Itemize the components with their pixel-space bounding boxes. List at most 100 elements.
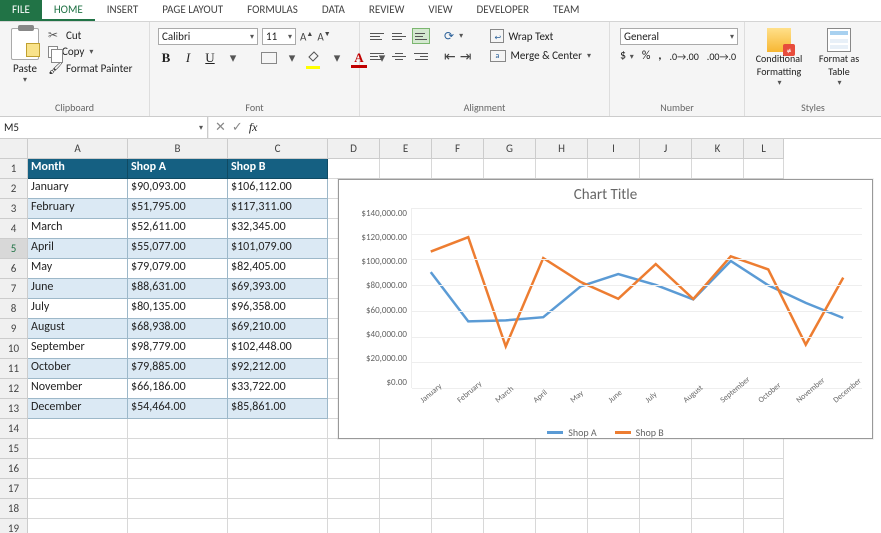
- percent-format-button[interactable]: %: [642, 49, 651, 63]
- cell[interactable]: [588, 499, 640, 519]
- cell[interactable]: [536, 459, 588, 479]
- number-format-select[interactable]: General▾: [620, 28, 738, 45]
- cell[interactable]: Month: [28, 159, 128, 179]
- border-button[interactable]: [261, 52, 277, 64]
- column-header[interactable]: F: [432, 139, 484, 159]
- row-header[interactable]: 13: [0, 399, 28, 419]
- align-middle-button[interactable]: [390, 28, 408, 44]
- cell[interactable]: [692, 459, 744, 479]
- cell[interactable]: June: [28, 279, 128, 299]
- column-header[interactable]: J: [640, 139, 692, 159]
- paste-dropdown-icon[interactable]: ▾: [23, 75, 27, 85]
- cell[interactable]: [744, 159, 784, 179]
- cell[interactable]: [588, 459, 640, 479]
- column-header[interactable]: A: [28, 139, 128, 159]
- cell[interactable]: [536, 159, 588, 179]
- cell[interactable]: [484, 519, 536, 533]
- cell[interactable]: $101,079.00: [228, 239, 328, 259]
- cell[interactable]: [380, 439, 432, 459]
- orientation-button[interactable]: ⟳: [444, 29, 454, 44]
- cell[interactable]: $79,079.00: [128, 259, 228, 279]
- cell[interactable]: $82,405.00: [228, 259, 328, 279]
- cell[interactable]: [128, 479, 228, 499]
- tab-team[interactable]: TEAM: [541, 0, 591, 21]
- cell[interactable]: $80,135.00: [128, 299, 228, 319]
- formula-input[interactable]: [263, 117, 875, 138]
- cell[interactable]: [744, 459, 784, 479]
- cell[interactable]: [432, 439, 484, 459]
- cell[interactable]: $68,938.00: [128, 319, 228, 339]
- decrease-indent-button[interactable]: ⇤: [444, 48, 456, 65]
- cell[interactable]: [692, 159, 744, 179]
- chart-title[interactable]: Chart Title: [349, 186, 862, 204]
- chevron-down-icon[interactable]: ▾: [459, 31, 463, 41]
- row-header[interactable]: 8: [0, 299, 28, 319]
- cell[interactable]: [588, 479, 640, 499]
- conditional-formatting-button[interactable]: Conditional Formatting▾: [749, 24, 809, 88]
- fill-color-button[interactable]: [306, 49, 322, 67]
- column-header[interactable]: B: [128, 139, 228, 159]
- worksheet-grid[interactable]: 12345678910111213141516171819 ABCDEFGHIJ…: [0, 139, 881, 533]
- legend-item[interactable]: Shop A: [547, 426, 596, 439]
- font-color-button[interactable]: A: [351, 50, 367, 66]
- format-as-table-button[interactable]: Format as Table▾: [809, 24, 869, 88]
- tab-file[interactable]: FILE: [0, 0, 42, 21]
- row-header[interactable]: 1: [0, 159, 28, 179]
- cell[interactable]: [328, 479, 380, 499]
- cell[interactable]: [380, 499, 432, 519]
- cell[interactable]: $54,464.00: [128, 399, 228, 419]
- cell[interactable]: [228, 439, 328, 459]
- enter-formula-button[interactable]: ✓: [232, 120, 243, 135]
- cell[interactable]: April: [28, 239, 128, 259]
- row-header[interactable]: 12: [0, 379, 28, 399]
- cell[interactable]: [432, 479, 484, 499]
- tab-page-layout[interactable]: PAGE LAYOUT: [150, 0, 235, 21]
- column-header[interactable]: D: [328, 139, 380, 159]
- cell[interactable]: [692, 499, 744, 519]
- chevron-down-icon[interactable]: ▾: [329, 50, 345, 66]
- cell[interactable]: February: [28, 199, 128, 219]
- cell[interactable]: [228, 519, 328, 533]
- cut-button[interactable]: Cut: [48, 28, 132, 42]
- cell[interactable]: [28, 499, 128, 519]
- cell[interactable]: [328, 499, 380, 519]
- cell[interactable]: [328, 439, 380, 459]
- increase-decimal-button[interactable]: .0→.00: [669, 50, 698, 63]
- chevron-down-icon[interactable]: ▾: [225, 50, 241, 66]
- cell[interactable]: [484, 159, 536, 179]
- tab-home[interactable]: HOME: [42, 0, 95, 21]
- cell[interactable]: [432, 519, 484, 533]
- wrap-text-button[interactable]: Wrap Text: [487, 28, 594, 44]
- font-name-select[interactable]: Calibri▾: [158, 28, 258, 45]
- cell[interactable]: [536, 479, 588, 499]
- cell[interactable]: [328, 459, 380, 479]
- cell[interactable]: [744, 499, 784, 519]
- cell[interactable]: $85,861.00: [228, 399, 328, 419]
- cell[interactable]: [128, 519, 228, 533]
- cell[interactable]: [744, 479, 784, 499]
- cell[interactable]: [328, 159, 380, 179]
- cell[interactable]: [588, 159, 640, 179]
- fx-icon[interactable]: fx: [249, 120, 258, 135]
- align-right-button[interactable]: [412, 49, 430, 65]
- row-header[interactable]: 7: [0, 279, 28, 299]
- cell[interactable]: [484, 439, 536, 459]
- cell[interactable]: [380, 479, 432, 499]
- row-header[interactable]: 6: [0, 259, 28, 279]
- cell[interactable]: September: [28, 339, 128, 359]
- column-header[interactable]: H: [536, 139, 588, 159]
- cell[interactable]: November: [28, 379, 128, 399]
- cell[interactable]: $117,311.00: [228, 199, 328, 219]
- row-header[interactable]: 18: [0, 499, 28, 519]
- cell[interactable]: [380, 519, 432, 533]
- align-top-button[interactable]: [368, 28, 386, 44]
- cell[interactable]: [484, 479, 536, 499]
- cell[interactable]: [328, 519, 380, 533]
- cell[interactable]: [640, 519, 692, 533]
- align-bottom-button[interactable]: [412, 28, 430, 44]
- chart[interactable]: Chart Title $140,000.00$120,000.00$100,0…: [338, 179, 873, 439]
- decrease-font-button[interactable]: A▼: [317, 29, 330, 44]
- column-header[interactable]: C: [228, 139, 328, 159]
- cell[interactable]: $79,885.00: [128, 359, 228, 379]
- cell[interactable]: [28, 419, 128, 439]
